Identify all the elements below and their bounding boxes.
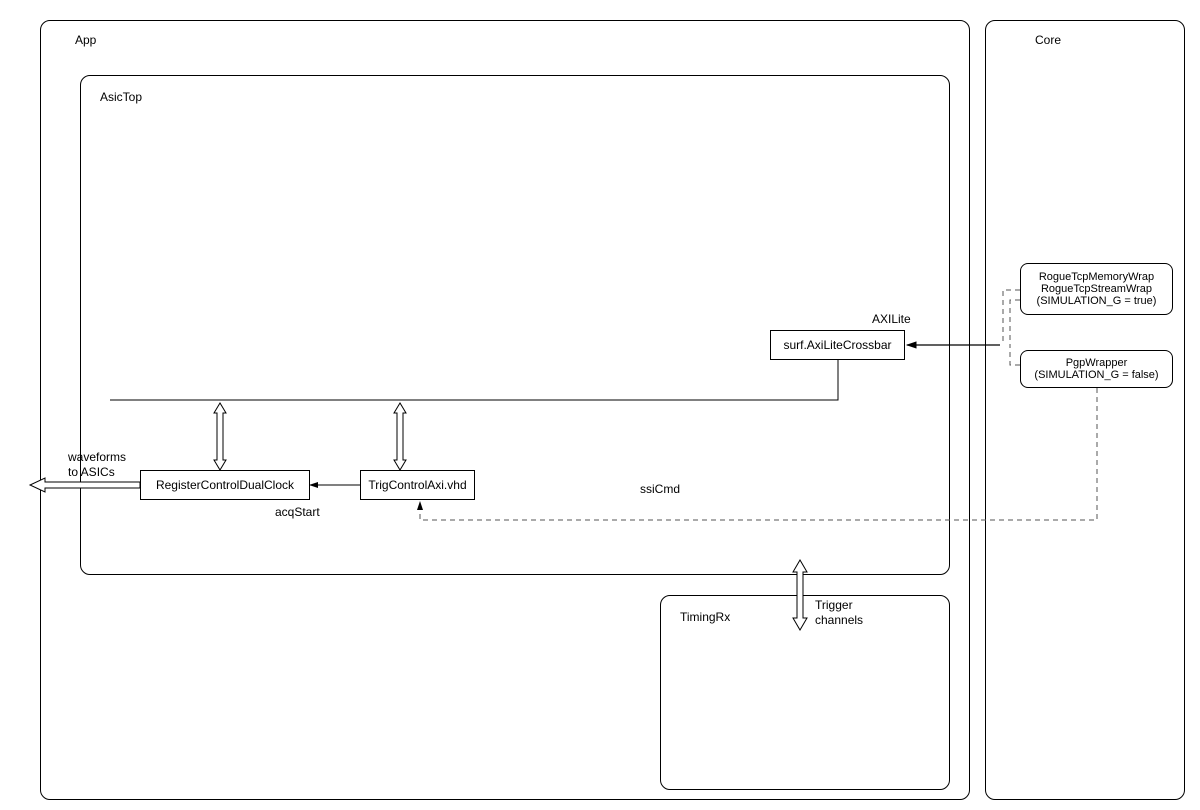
core-title: Core — [1035, 33, 1061, 48]
app-title: App — [75, 33, 96, 48]
asictop-title: AsicTop — [100, 90, 142, 105]
ssicmd-label: ssiCmd — [640, 482, 680, 497]
rogue-box: RogueTcpMemoryWrap RogueTcpStreamWrap (S… — [1020, 263, 1173, 315]
pgp-label: PgpWrapper (SIMULATION_G = false) — [1034, 357, 1158, 381]
trigger-channels-label: Trigger channels — [815, 598, 863, 628]
asictop-container — [80, 75, 950, 575]
core-container — [985, 20, 1185, 800]
acqstart-label: acqStart — [275, 505, 320, 520]
diagram-canvas: App Core AsicTop TimingRx RogueTcpMemory… — [0, 0, 1200, 810]
axilite-crossbar-label: surf.AxiLiteCrossbar — [783, 338, 891, 352]
axilite-label: AXILite — [872, 312, 911, 327]
axilite-crossbar-box: surf.AxiLiteCrossbar — [770, 330, 905, 360]
trig-control-box: TrigControlAxi.vhd — [360, 470, 475, 500]
register-control-box: RegisterControlDualClock — [140, 470, 310, 500]
trig-control-label: TrigControlAxi.vhd — [368, 478, 466, 492]
timingrx-title: TimingRx — [680, 610, 730, 625]
pgp-box: PgpWrapper (SIMULATION_G = false) — [1020, 350, 1173, 388]
register-control-label: RegisterControlDualClock — [156, 478, 294, 492]
rogue-label: RogueTcpMemoryWrap RogueTcpStreamWrap (S… — [1037, 271, 1157, 307]
waveforms-label: waveforms to ASICs — [68, 450, 126, 480]
